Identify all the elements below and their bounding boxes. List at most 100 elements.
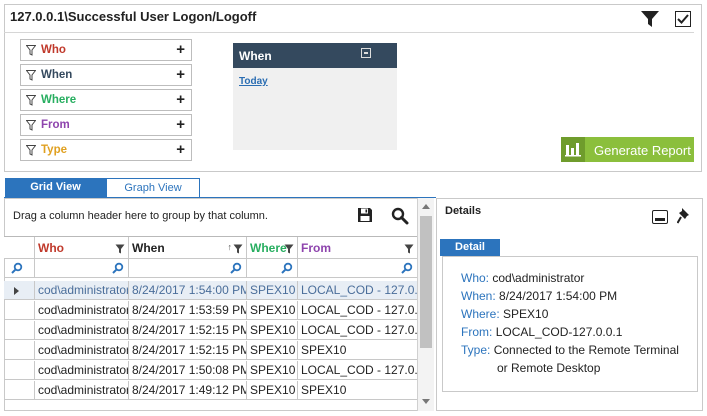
row-indicator (4, 361, 35, 380)
column-header-where[interactable]: Where (247, 237, 298, 259)
cell-where[interactable]: SPEX10 (247, 301, 298, 320)
cell-when[interactable]: 8/24/2017 1:53:59 PM (129, 301, 247, 320)
scroll-up-icon[interactable] (422, 204, 430, 209)
tab-graph-view[interactable]: Graph View (106, 178, 200, 198)
table-row[interactable]: cod\administrator 8/24/2017 1:52:15 PM S… (4, 341, 417, 360)
filter-when-label: When (41, 69, 73, 81)
filter-cell-when[interactable] (129, 259, 247, 278)
detail-who-value: cod\administrator (492, 271, 585, 285)
funnel-icon (25, 120, 37, 131)
filter-type-label: Type (41, 144, 67, 156)
cell-when[interactable]: 8/24/2017 1:49:12 PM (129, 381, 247, 400)
cell-from[interactable]: LOCAL_COD - 127.0.0.1 (298, 301, 417, 320)
sort-icon[interactable]: ↑ (228, 242, 233, 252)
filter-row-search[interactable] (4, 259, 35, 278)
table-row[interactable]: cod\administrator 8/24/2017 1:52:15 PM S… (4, 321, 417, 340)
filter-cell-where[interactable] (247, 259, 298, 278)
cell-from[interactable]: LOCAL_COD - 127.0.0.1 (298, 281, 417, 300)
cell-where[interactable]: SPEX10 (247, 281, 298, 300)
collapse-icon[interactable] (361, 48, 371, 58)
plus-icon[interactable]: + (176, 66, 185, 83)
generate-report-button[interactable]: Generate Report (561, 137, 694, 162)
when-today-link[interactable]: Today (239, 76, 268, 87)
cell-where[interactable]: SPEX10 (247, 381, 298, 400)
column-header-who[interactable]: Who (35, 237, 129, 259)
filter-cell-who[interactable] (35, 259, 129, 278)
detail-where-value: SPEX10 (503, 307, 549, 321)
filter-when[interactable]: When + (20, 64, 192, 86)
funnel-icon (25, 145, 37, 156)
row-indicator-header (4, 237, 35, 259)
cell-who[interactable]: cod\administrator (35, 281, 129, 300)
cell-who[interactable]: cod\administrator (35, 301, 129, 320)
filter-where[interactable]: Where + (20, 89, 192, 111)
bar-chart-icon (561, 137, 585, 162)
group-by-hint[interactable]: Drag a column header here to group by th… (13, 210, 268, 222)
pin-icon[interactable] (676, 207, 693, 225)
grid-filter-row (4, 259, 417, 278)
detail-where: Where: SPEX10 (461, 307, 548, 321)
grid-header-row: Who When ↑ Where From (4, 237, 417, 259)
funnel-icon[interactable] (284, 243, 294, 254)
cell-when[interactable]: 8/24/2017 1:52:15 PM (129, 321, 247, 340)
cell-where[interactable]: SPEX10 (247, 321, 298, 340)
table-row[interactable]: cod\administrator 8/24/2017 1:54:00 PM S… (4, 281, 417, 300)
grid-vertical-scrollbar[interactable] (417, 198, 434, 411)
plus-icon[interactable]: + (176, 116, 185, 133)
scrollbar-thumb[interactable] (420, 216, 432, 348)
minimize-icon[interactable] (652, 210, 668, 224)
plus-icon[interactable]: + (176, 141, 185, 158)
search-icon[interactable] (281, 262, 293, 274)
funnel-icon[interactable] (115, 243, 125, 254)
cell-when[interactable]: 8/24/2017 1:54:00 PM (129, 281, 247, 300)
search-icon[interactable] (391, 207, 409, 225)
cell-who[interactable]: cod\administrator (35, 361, 129, 380)
cell-who[interactable]: cod\administrator (35, 381, 129, 400)
save-icon[interactable] (357, 207, 373, 223)
funnel-icon[interactable] (640, 10, 660, 28)
cell-where[interactable]: SPEX10 (247, 341, 298, 360)
cell-when[interactable]: 8/24/2017 1:52:15 PM (129, 341, 247, 360)
column-header-when[interactable]: When ↑ (129, 237, 247, 259)
cell-where[interactable]: SPEX10 (247, 361, 298, 380)
funnel-icon[interactable] (233, 243, 243, 254)
column-header-from[interactable]: From (298, 237, 417, 259)
filter-type[interactable]: Type + (20, 139, 192, 161)
detail-when-value: 8/24/2017 1:54:00 PM (499, 289, 618, 303)
cell-who[interactable]: cod\administrator (35, 341, 129, 360)
table-row[interactable]: cod\administrator 8/24/2017 1:49:12 PM S… (4, 381, 417, 400)
plus-icon[interactable]: + (176, 41, 185, 58)
search-icon[interactable] (112, 262, 124, 274)
search-icon[interactable] (401, 262, 413, 274)
cell-from[interactable]: LOCAL_COD - 127.0.0.1 (298, 321, 417, 340)
search-icon[interactable] (11, 262, 23, 274)
table-row[interactable]: cod\administrator 8/24/2017 1:53:59 PM S… (4, 301, 417, 320)
detail-type-key: Type: (461, 343, 491, 357)
cell-from[interactable]: SPEX10 (298, 341, 417, 360)
detail-from-value: LOCAL_COD-127.0.0.1 (495, 325, 623, 339)
cell-when[interactable]: 8/24/2017 1:50:08 PM (129, 361, 247, 380)
tab-detail[interactable]: Detail (440, 239, 500, 256)
funnel-icon[interactable] (404, 243, 414, 254)
details-panel: Details Detail Who: cod\administrator Wh… (436, 198, 703, 411)
filter-from[interactable]: From + (20, 114, 192, 136)
when-filter-panel: When Today (233, 43, 397, 150)
detail-where-key: Where: (461, 307, 500, 321)
table-row[interactable]: cod\administrator 8/24/2017 1:50:08 PM S… (4, 361, 417, 380)
detail-who-key: Who: (461, 271, 490, 285)
filter-cell-from[interactable] (298, 259, 417, 278)
cell-from[interactable]: LOCAL_COD - 127.0.0.1 (298, 361, 417, 380)
filter-who[interactable]: Who + (20, 39, 192, 61)
cell-who[interactable]: cod\administrator (35, 321, 129, 340)
plus-icon[interactable]: + (176, 91, 185, 108)
tab-grid-view[interactable]: Grid View (5, 178, 106, 198)
checkbox-icon[interactable] (675, 11, 691, 27)
funnel-icon (25, 70, 37, 81)
cell-from[interactable]: SPEX10 (298, 381, 417, 400)
detail-type-continued: or Remote Desktop (497, 361, 601, 375)
detail-when-key: When: (461, 289, 496, 303)
scroll-down-icon[interactable] (422, 399, 430, 404)
column-header-when-label: When (132, 241, 165, 255)
search-icon[interactable] (230, 262, 242, 274)
column-header-who-label: Who (38, 241, 64, 255)
